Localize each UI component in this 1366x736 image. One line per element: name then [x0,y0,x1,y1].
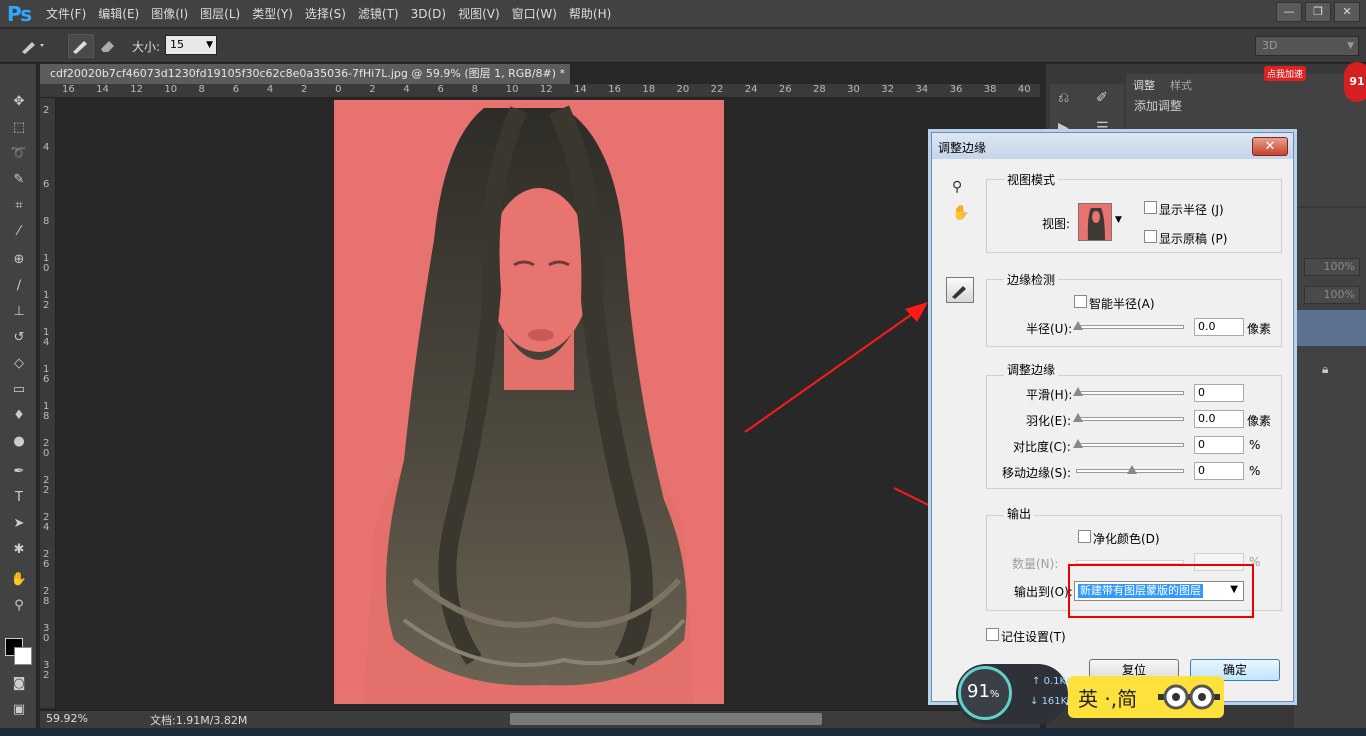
show-radius-checkbox[interactable] [1144,201,1157,214]
document-size: 文档:1.91M/3.82M [150,714,248,727]
download-arrow-icon: ↓ [1030,696,1042,707]
horizontal-scrollbar[interactable] [510,713,822,725]
fill-field[interactable]: 100% [1304,286,1360,304]
opacity-field[interactable]: 100% [1304,258,1360,276]
contrast-slider[interactable] [1073,439,1184,448]
amount-label: 数量(N): [1012,557,1059,571]
hand-icon[interactable]: ✋ [952,205,969,221]
memory-percent: 91% [967,681,999,702]
zoom-icon[interactable]: ⚲ [952,179,962,195]
show-original-checkbox[interactable] [1144,230,1157,243]
output-title: 输出 [1004,505,1035,522]
feather-slider-thumb[interactable] [1073,413,1083,422]
view-mode-title: 视图模式 [1004,171,1059,188]
feather-label: 羽化(E): [1026,414,1071,428]
tab-adjustments[interactable]: 调整 [1133,77,1155,93]
show-radius-label: 显示半径 (J) [1159,203,1224,217]
feather-slider[interactable] [1073,413,1184,422]
contrast-slider-thumb[interactable] [1073,439,1083,448]
show-original-label: 显示原稿 (P) [1159,232,1228,246]
radius-slider-thumb[interactable] [1073,321,1083,330]
photoshop-window: Ps 文件(F) 编辑(E) 图像(I) 图层(L) 类型(Y) 选择(S) 滤… [0,0,1366,736]
memory-percent-sign: % [989,689,1000,700]
shift-edge-input[interactable]: 0 [1194,462,1244,480]
add-adjustment-label: 添加调整 [1134,99,1183,113]
windows-taskbar [0,728,1366,736]
arrow-to-brush [744,311,916,433]
speed-up-number[interactable]: 91 [1344,62,1366,102]
arrow-head-icon [905,302,928,322]
radius-label: 半径(U): [1026,322,1073,336]
contrast-input[interactable]: 0 [1194,436,1244,454]
smooth-slider-thumb[interactable] [1073,387,1083,396]
view-mode-group [986,179,1282,253]
chevron-down-icon[interactable]: ▼ [1115,215,1122,225]
shift-edge-slider-thumb[interactable] [1127,465,1137,474]
input-method-label: 英 ·,简 [1078,687,1138,711]
minion-eyes-icon [1158,684,1220,710]
brush-presets-icon[interactable]: ✐ [1096,90,1108,106]
contrast-unit: % [1249,438,1261,452]
shift-edge-unit: % [1249,464,1261,478]
smart-radius-label: 智能半径(A) [1089,297,1155,311]
dialog-titlebar[interactable]: 调整边缘 ✕ [932,133,1293,159]
radius-unit: 像素 [1247,322,1272,336]
remember-settings-checkbox[interactable] [986,628,999,641]
upload-arrow-icon: ↑ [1032,676,1044,687]
smooth-label: 平滑(H): [1026,388,1073,402]
view-thumbnail[interactable] [1078,203,1112,241]
smooth-slider[interactable] [1073,387,1184,396]
selected-layer-row[interactable] [1294,310,1366,346]
lock-icon: 🔒︎ [1322,362,1329,376]
decontaminate-label: 净化颜色(D) [1093,532,1160,546]
brush-icon [952,286,966,299]
decontaminate-checkbox[interactable] [1078,530,1091,543]
radius-slider[interactable] [1073,321,1184,330]
output-to-label: 输出到(O): [1014,585,1073,599]
contrast-label: 对比度(C): [1013,440,1071,454]
highlight-box [1068,564,1254,618]
memory-percent-value: 91 [967,681,990,702]
feather-input[interactable]: 0.0 [1194,410,1244,428]
edge-detection-title: 边缘检测 [1004,271,1059,288]
remember-settings-label: 记住设置(T) [1001,630,1066,644]
adjust-edge-title: 调整边缘 [1004,361,1059,378]
tab-styles[interactable]: 样式 [1170,77,1192,93]
dialog-title: 调整边缘 [938,141,987,155]
shift-edge-slider[interactable] [1076,465,1184,474]
dialog-close-button[interactable]: ✕ [1252,137,1288,156]
radius-input[interactable]: 0.0 [1194,318,1244,336]
speed-up-label[interactable]: 点我加速 [1264,66,1307,81]
refine-radius-button[interactable] [946,277,974,303]
smart-radius-checkbox[interactable] [1074,295,1087,308]
smooth-input[interactable]: 0 [1194,384,1244,402]
history-icon[interactable]: ⎌ [1058,90,1069,106]
zoom-level[interactable]: 59.92% [46,712,88,725]
view-preview-image [1087,208,1105,240]
view-label: 视图: [1042,217,1071,231]
feather-unit: 像素 [1247,414,1272,428]
shift-edge-label: 移动边缘(S): [1002,466,1072,480]
